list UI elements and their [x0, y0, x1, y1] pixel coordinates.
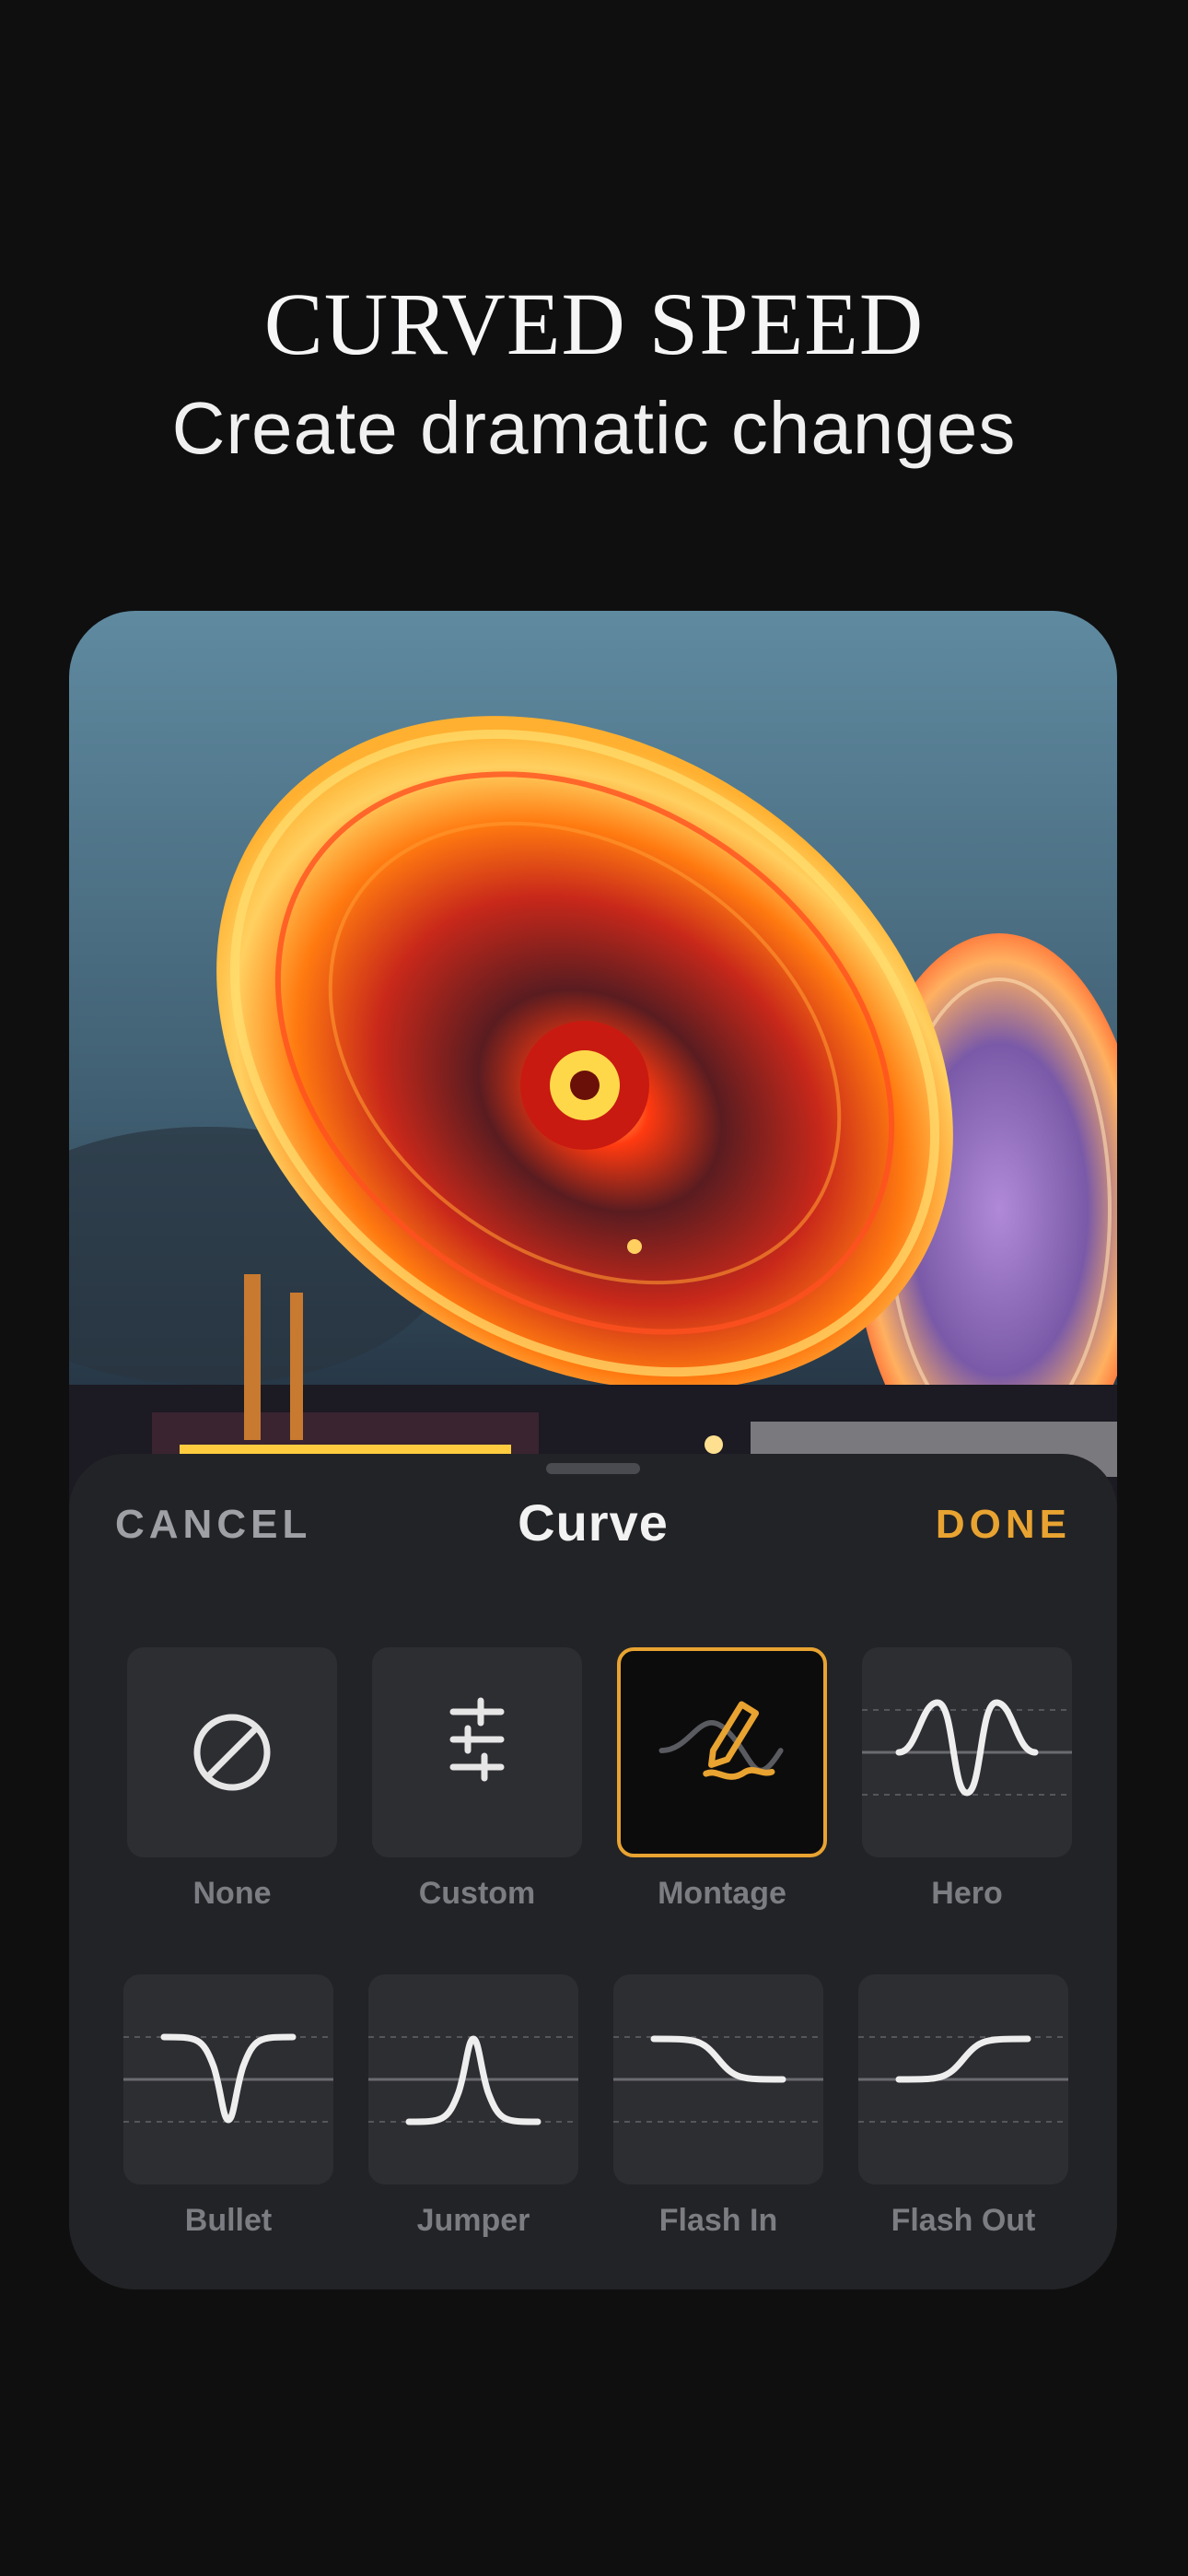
- preset-none[interactable]: [127, 1647, 337, 1857]
- done-button[interactable]: DONE: [936, 1502, 1071, 1548]
- hero-curve-icon: [862, 1699, 1072, 1797]
- preset-label-flash-out: Flash Out: [891, 2203, 1036, 2238]
- preset-flash-in[interactable]: [613, 1974, 823, 2184]
- flash-in-curve-icon: [613, 2035, 823, 2123]
- preset-label-none: None: [192, 1876, 272, 1911]
- preset-bullet[interactable]: [123, 1974, 333, 2184]
- video-preview-image: [69, 611, 1117, 1532]
- preset-label-flash-in: Flash In: [658, 2203, 778, 2238]
- bullet-curve-icon: [123, 2033, 333, 2124]
- preset-label-hero: Hero: [931, 1876, 1003, 1911]
- preset-flash-out[interactable]: [858, 1974, 1068, 2184]
- preset-jumper[interactable]: [368, 1974, 578, 2184]
- preset-label-bullet: Bullet: [184, 2203, 273, 2238]
- preset-montage[interactable]: [617, 1647, 827, 1857]
- preset-label-custom: Custom: [418, 1876, 536, 1911]
- curve-bottom-sheet: CANCEL Curve DONE None Custom Montage He…: [69, 1454, 1117, 2289]
- sheet-grabber[interactable]: [546, 1463, 640, 1474]
- preset-hero[interactable]: [862, 1647, 1072, 1857]
- flash-out-curve-icon: [858, 2035, 1068, 2123]
- jumper-curve-icon: [368, 2035, 578, 2125]
- none-icon: [193, 1714, 271, 1791]
- preset-label-jumper: Jumper: [416, 2203, 530, 2238]
- montage-pen-icon: [658, 1701, 784, 1780]
- preset-label-montage: Montage: [658, 1876, 786, 1911]
- preset-custom[interactable]: [372, 1647, 582, 1857]
- headline-title: CURVED SPEED: [263, 275, 925, 373]
- sliders-icon: [449, 1697, 505, 1782]
- headline-subtitle: Create dramatic changes: [171, 387, 1017, 469]
- editor-card: CANCEL Curve DONE None Custom Montage He…: [69, 611, 1117, 2289]
